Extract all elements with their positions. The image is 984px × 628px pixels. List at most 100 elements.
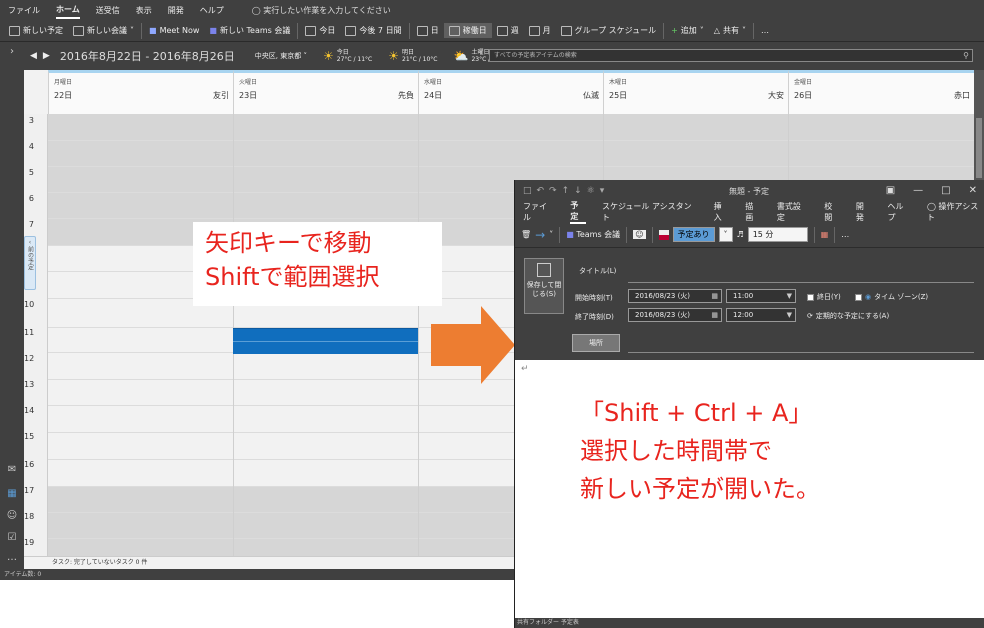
more-options-icon[interactable]: … [841,230,849,239]
location-input[interactable] [628,352,974,353]
work-week-label: 稼働日 [462,26,487,35]
mail-icon[interactable]: ✉ [6,464,18,475]
dialog-menu-developer[interactable]: 開発 [856,201,872,223]
more-commands-button[interactable]: … [756,24,774,37]
all-day-label: 終日(Y) [817,293,841,301]
end-date-field[interactable]: 2016/08/23 (火) ▦ [628,308,722,322]
prev-next-arrows-icon[interactable]: ◀▶ [30,51,56,61]
tell-me-box[interactable]: ◯ 実行したい作業を入力してください [252,5,391,16]
share-label: 共有 [722,26,739,35]
expand-folder-pane-icon[interactable]: › [6,46,18,57]
title-input[interactable] [628,282,974,283]
menu-file[interactable]: ファイル [8,3,40,18]
chevron-down-icon[interactable]: ▼ [787,290,792,302]
new-meeting-button[interactable]: 新しい会議 ˅ [68,23,139,38]
weather-location[interactable]: 中央区, 東京都 ˅ [255,51,307,61]
more-apps-icon[interactable]: … [6,552,18,563]
calendar-search-input[interactable]: すべての予定表アイテムの検索 ⚲ [489,49,973,62]
show-as-value: 予定あり [677,230,710,239]
month-view-button[interactable]: 月 [524,23,556,38]
location-button[interactable]: 場所 [572,334,620,352]
recurrence-button[interactable]: ⟳ 定期的な予定にする(A) [807,311,889,321]
reminder-select[interactable]: 15 分 [747,227,808,242]
close-icon[interactable]: ✕ [969,185,977,196]
maximize-icon[interactable]: □ [941,185,950,196]
dialog-menu-insert[interactable]: 挿入 [714,201,730,223]
group-schedule-button[interactable]: グループ スケジュール [556,23,662,38]
selected-time-range[interactable] [233,328,418,354]
people-icon[interactable]: ☺ [6,510,18,521]
dialog-menu-file[interactable]: ファイル [523,201,554,223]
dialog-menu-scheduling-assistant[interactable]: スケジュール アシスタント [602,201,698,223]
week-view-button[interactable]: 週 [492,23,524,38]
share-button[interactable]: △ 共有 ˅ [709,23,751,38]
sun-icon: ☀ [388,48,399,63]
dialog-assist[interactable]: ◯ 操作アシスト [927,201,984,223]
add-calendar-label: 追加 [680,26,697,35]
show-as-select[interactable]: 予定あり [672,227,715,242]
color-category-icon[interactable] [658,229,669,240]
next-7-days-icon [345,25,357,36]
calendar-picker-icon[interactable]: ▦ [711,309,718,321]
end-time-field[interactable]: 12:00 ▼ [726,308,796,322]
dialog-menu-help[interactable]: ヘルプ [888,201,912,223]
new-teams-meeting-button[interactable]: ■ 新しい Teams 会議 [204,23,295,38]
end-label: 終了時刻(D) [575,313,614,321]
weather-tomorrow: ☀ 明日 21°C / 10°C [388,49,437,63]
appointment-body-editor[interactable]: ↵ 「Shift + Ctrl + A」 選択した時間帯で 新しい予定が開いた。 [515,360,984,618]
previous-appointment-tab[interactable]: ‹ 前の予定 [24,236,36,290]
day-header-fri[interactable]: 金曜日 26日 赤口 [788,70,974,114]
title-label: タイトル(L) [579,267,617,275]
calendar-icon[interactable]: ▦ [6,488,18,499]
tasks-icon[interactable]: ☑ [6,532,18,543]
day-header-mon[interactable]: 月曜日 22日 友引 [48,70,233,114]
delete-icon[interactable]: 🗑 [521,230,531,239]
next-7-days-button[interactable]: 今後 7 日間 [340,23,406,38]
day-header-thu[interactable]: 木曜日 25日 大安 [603,70,788,114]
hour-line [48,166,974,167]
show-as-dropdown[interactable]: ˅ [718,227,733,242]
work-week-view-button[interactable]: 稼働日 [443,23,492,38]
time-zone-toggle[interactable]: ◉ タイム ゾーン(Z) [855,292,928,302]
dialog-menu-appointment[interactable]: 予定 [570,200,586,224]
dialog-menu-review[interactable]: 校閲 [824,201,840,223]
menu-developer[interactable]: 開発 [168,3,184,18]
meet-now-button[interactable]: ■ Meet Now [144,24,204,37]
hour-label: 11 [24,328,35,337]
new-appointment-label: 新しい予定 [23,26,63,35]
quick-access-icons[interactable]: □↶↷↑↓⚛▾ [523,186,609,196]
chevron-down-icon[interactable]: ▼ [787,309,792,321]
start-time-field[interactable]: 11:00 ▼ [726,289,796,303]
day-view-icon [416,25,428,36]
teams-icon: ■ [209,26,217,35]
chevron-left-icon: ‹ [28,239,32,246]
search-icon[interactable]: ⚲ [963,50,969,61]
attendees-icon[interactable]: ☺ [633,230,646,239]
teams-meeting-button[interactable]: ■ Teams 会議 [566,229,620,240]
ribbon-display-icon[interactable]: ▣ [886,185,895,196]
menu-view[interactable]: 表示 [136,3,152,18]
new-appointment-window: □↶↷↑↓⚛▾ 無題 - 予定 ▣ — □ ✕ ファイル 予定 スケジュール ア… [514,180,984,628]
all-day-checkbox[interactable]: 終日(Y) [807,292,841,302]
forward-icon[interactable]: → [535,228,545,242]
new-appointment-button[interactable]: 新しい予定 [4,23,68,38]
menu-send-receive[interactable]: 送受信 [96,3,120,18]
bell-icon: ♬ [736,230,744,239]
categorize-icon[interactable]: ▦ [821,230,829,239]
save-and-close-button[interactable]: 保存して閉じる(S) [524,258,564,314]
day-view-button[interactable]: 日 [412,23,444,38]
calendar-picker-icon[interactable]: ▦ [711,290,718,302]
divider [297,22,299,39]
start-date-field[interactable]: 2016/08/23 (火) ▦ [628,289,722,303]
day-header-tue[interactable]: 火曜日 23日 先負 [233,70,418,114]
day-header-wed[interactable]: 水曜日 24日 仏滅 [418,70,603,114]
scrollbar-thumb[interactable] [976,118,982,178]
menu-home[interactable]: ホーム [56,2,80,19]
dialog-menu-draw[interactable]: 描画 [745,201,761,223]
chevron-down-icon[interactable]: ˅ [549,230,553,239]
today-button[interactable]: 今日 [300,23,340,38]
minimize-icon[interactable]: — [913,185,923,196]
menu-help[interactable]: ヘルプ [200,3,224,18]
add-calendar-button[interactable]: + 追加 ˅ [666,23,709,38]
dialog-menu-format[interactable]: 書式設定 [777,201,808,223]
